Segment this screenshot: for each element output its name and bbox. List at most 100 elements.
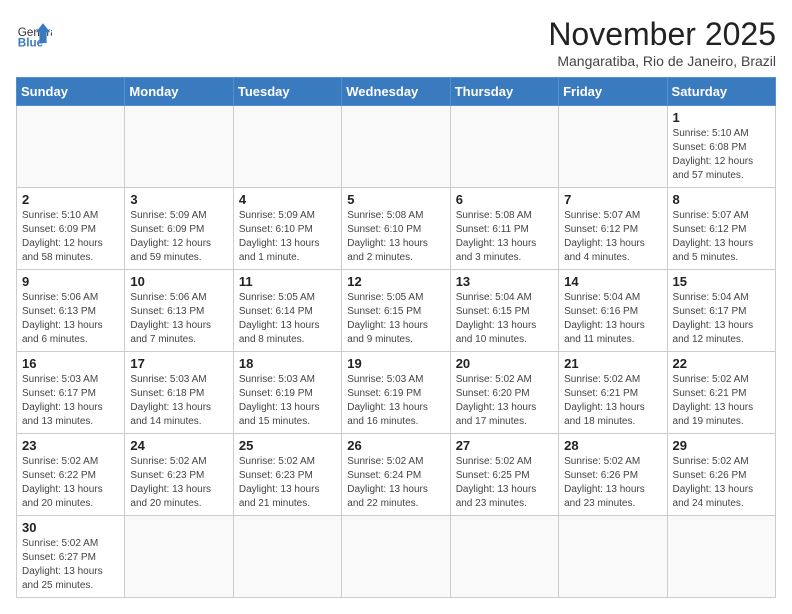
calendar-week-row: 16Sunrise: 5:03 AM Sunset: 6:17 PM Dayli… [17, 352, 776, 434]
day-number: 26 [347, 438, 444, 453]
calendar-cell [233, 106, 341, 188]
day-number: 24 [130, 438, 227, 453]
calendar-cell: 28Sunrise: 5:02 AM Sunset: 6:26 PM Dayli… [559, 434, 667, 516]
calendar-cell [450, 106, 558, 188]
calendar-cell: 4 Sunrise: 5:09 AM Sunset: 6:10 PM Daylig… [233, 188, 341, 270]
day-info: Sunrise: 5:05 AM Sunset: 6:14 PM Dayligh… [239, 291, 336, 347]
calendar-cell: 21 Sunrise: 5:02 AM Sunset: 6:21 PM Dayli… [559, 352, 667, 434]
day-info: Sunrise: 5:02 AM Sunset: 6:21 PM Dayligh… [564, 373, 661, 429]
day-number: 27 [456, 438, 553, 453]
calendar-cell [233, 516, 341, 598]
calendar-cell: 3 Sunrise: 5:09 AM Sunset: 6:09 PM Daylig… [125, 188, 233, 270]
day-info: Sunrise: 5:04 AM Sunset: 6:15 PM Dayligh… [456, 291, 553, 347]
day-number: 16 [22, 356, 119, 371]
logo-icon: General Blue [16, 16, 52, 52]
day-number: 17 [130, 356, 227, 371]
calendar-week-row: 1 Sunrise: 5:10 AM Sunset: 6:08 PM Daylig… [17, 106, 776, 188]
calendar-cell [559, 516, 667, 598]
calendar-cell: 29Sunrise: 5:02 AM Sunset: 6:26 PM Dayli… [667, 434, 775, 516]
day-number: 23 [22, 438, 119, 453]
day-number: 22 [673, 356, 770, 371]
calendar-cell: 18Sunrise: 5:03 AM Sunset: 6:19 PM Dayli… [233, 352, 341, 434]
day-number: 9 [22, 274, 119, 289]
day-info: Sunrise: 5:02 AM Sunset: 6:21 PM Dayligh… [673, 373, 770, 429]
column-header-wednesday: Wednesday [342, 78, 450, 106]
day-number: 19 [347, 356, 444, 371]
calendar-cell [125, 106, 233, 188]
calendar-cell [17, 106, 125, 188]
day-number: 14 [564, 274, 661, 289]
day-info: Sunrise: 5:09 AM Sunset: 6:09 PM Dayligh… [130, 209, 227, 265]
calendar-cell: 8Sunrise: 5:07 AM Sunset: 6:12 PM Daylig… [667, 188, 775, 270]
calendar-cell: 20 Sunrise: 5:02 AM Sunset: 6:20 PM Dayli… [450, 352, 558, 434]
calendar-cell: 12Sunrise: 5:05 AM Sunset: 6:15 PM Dayli… [342, 270, 450, 352]
day-info: Sunrise: 5:02 AM Sunset: 6:20 PM Dayligh… [456, 373, 553, 429]
calendar-cell: 26Sunrise: 5:02 AM Sunset: 6:24 PM Dayli… [342, 434, 450, 516]
calendar-week-row: 2 Sunrise: 5:10 AM Sunset: 6:09 PM Daylig… [17, 188, 776, 270]
day-number: 1 [673, 110, 770, 125]
calendar-cell [667, 516, 775, 598]
calendar-cell: 19 Sunrise: 5:03 AM Sunset: 6:19 PM Dayli… [342, 352, 450, 434]
title-area: November 2025 Mangaratiba, Rio de Janeir… [548, 16, 776, 69]
calendar-cell [450, 516, 558, 598]
day-info: Sunrise: 5:02 AM Sunset: 6:27 PM Dayligh… [22, 537, 119, 593]
day-number: 13 [456, 274, 553, 289]
calendar-cell: 30 Sunrise: 5:02 AM Sunset: 6:27 PM Dayli… [17, 516, 125, 598]
day-info: Sunrise: 5:08 AM Sunset: 6:10 PM Dayligh… [347, 209, 444, 265]
calendar-cell: 16Sunrise: 5:03 AM Sunset: 6:17 PM Dayli… [17, 352, 125, 434]
calendar-cell: 2 Sunrise: 5:10 AM Sunset: 6:09 PM Daylig… [17, 188, 125, 270]
day-number: 3 [130, 192, 227, 207]
day-info: Sunrise: 5:10 AM Sunset: 6:08 PM Dayligh… [673, 127, 770, 183]
calendar-cell: 23 Sunrise: 5:02 AM Sunset: 6:22 PM Dayli… [17, 434, 125, 516]
calendar-cell [125, 516, 233, 598]
calendar-cell: 24Sunrise: 5:02 AM Sunset: 6:23 PM Dayli… [125, 434, 233, 516]
calendar-cell [342, 106, 450, 188]
calendar-table: SundayMondayTuesdayWednesdayThursdayFrid… [16, 77, 776, 598]
day-number: 18 [239, 356, 336, 371]
day-number: 10 [130, 274, 227, 289]
day-number: 28 [564, 438, 661, 453]
column-header-thursday: Thursday [450, 78, 558, 106]
calendar-cell: 13 Sunrise: 5:04 AM Sunset: 6:15 PM Dayli… [450, 270, 558, 352]
page-header: General Blue November 2025 Mangaratiba, … [16, 16, 776, 69]
day-number: 2 [22, 192, 119, 207]
day-number: 8 [673, 192, 770, 207]
calendar-cell: 27 Sunrise: 5:02 AM Sunset: 6:25 PM Dayli… [450, 434, 558, 516]
day-info: Sunrise: 5:06 AM Sunset: 6:13 PM Dayligh… [22, 291, 119, 347]
calendar-cell: 9 Sunrise: 5:06 AM Sunset: 6:13 PM Daylig… [17, 270, 125, 352]
day-info: Sunrise: 5:02 AM Sunset: 6:23 PM Dayligh… [239, 455, 336, 511]
day-info: Sunrise: 5:10 AM Sunset: 6:09 PM Dayligh… [22, 209, 119, 265]
calendar-cell: 1 Sunrise: 5:10 AM Sunset: 6:08 PM Daylig… [667, 106, 775, 188]
calendar-week-row: 30 Sunrise: 5:02 AM Sunset: 6:27 PM Dayli… [17, 516, 776, 598]
day-info: Sunrise: 5:02 AM Sunset: 6:22 PM Dayligh… [22, 455, 119, 511]
calendar-week-row: 9 Sunrise: 5:06 AM Sunset: 6:13 PM Daylig… [17, 270, 776, 352]
day-number: 29 [673, 438, 770, 453]
day-info: Sunrise: 5:03 AM Sunset: 6:19 PM Dayligh… [347, 373, 444, 429]
day-number: 4 [239, 192, 336, 207]
calendar-week-row: 23 Sunrise: 5:02 AM Sunset: 6:22 PM Dayli… [17, 434, 776, 516]
day-info: Sunrise: 5:08 AM Sunset: 6:11 PM Dayligh… [456, 209, 553, 265]
month-title: November 2025 [548, 16, 776, 53]
day-number: 30 [22, 520, 119, 535]
day-number: 21 [564, 356, 661, 371]
calendar-cell: 22 Sunrise: 5:02 AM Sunset: 6:21 PM Dayli… [667, 352, 775, 434]
calendar-cell: 7 Sunrise: 5:07 AM Sunset: 6:12 PM Daylig… [559, 188, 667, 270]
day-info: Sunrise: 5:04 AM Sunset: 6:16 PM Dayligh… [564, 291, 661, 347]
day-number: 11 [239, 274, 336, 289]
calendar-cell: 5Sunrise: 5:08 AM Sunset: 6:10 PM Daylig… [342, 188, 450, 270]
column-header-sunday: Sunday [17, 78, 125, 106]
day-info: Sunrise: 5:09 AM Sunset: 6:10 PM Dayligh… [239, 209, 336, 265]
day-info: Sunrise: 5:05 AM Sunset: 6:15 PM Dayligh… [347, 291, 444, 347]
day-number: 15 [673, 274, 770, 289]
calendar-cell: 15Sunrise: 5:04 AM Sunset: 6:17 PM Dayli… [667, 270, 775, 352]
column-header-saturday: Saturday [667, 78, 775, 106]
calendar-cell [559, 106, 667, 188]
day-number: 7 [564, 192, 661, 207]
day-info: Sunrise: 5:02 AM Sunset: 6:25 PM Dayligh… [456, 455, 553, 511]
column-header-friday: Friday [559, 78, 667, 106]
day-info: Sunrise: 5:07 AM Sunset: 6:12 PM Dayligh… [564, 209, 661, 265]
day-info: Sunrise: 5:03 AM Sunset: 6:18 PM Dayligh… [130, 373, 227, 429]
day-number: 20 [456, 356, 553, 371]
day-info: Sunrise: 5:06 AM Sunset: 6:13 PM Dayligh… [130, 291, 227, 347]
calendar-cell: 10 Sunrise: 5:06 AM Sunset: 6:13 PM Dayli… [125, 270, 233, 352]
